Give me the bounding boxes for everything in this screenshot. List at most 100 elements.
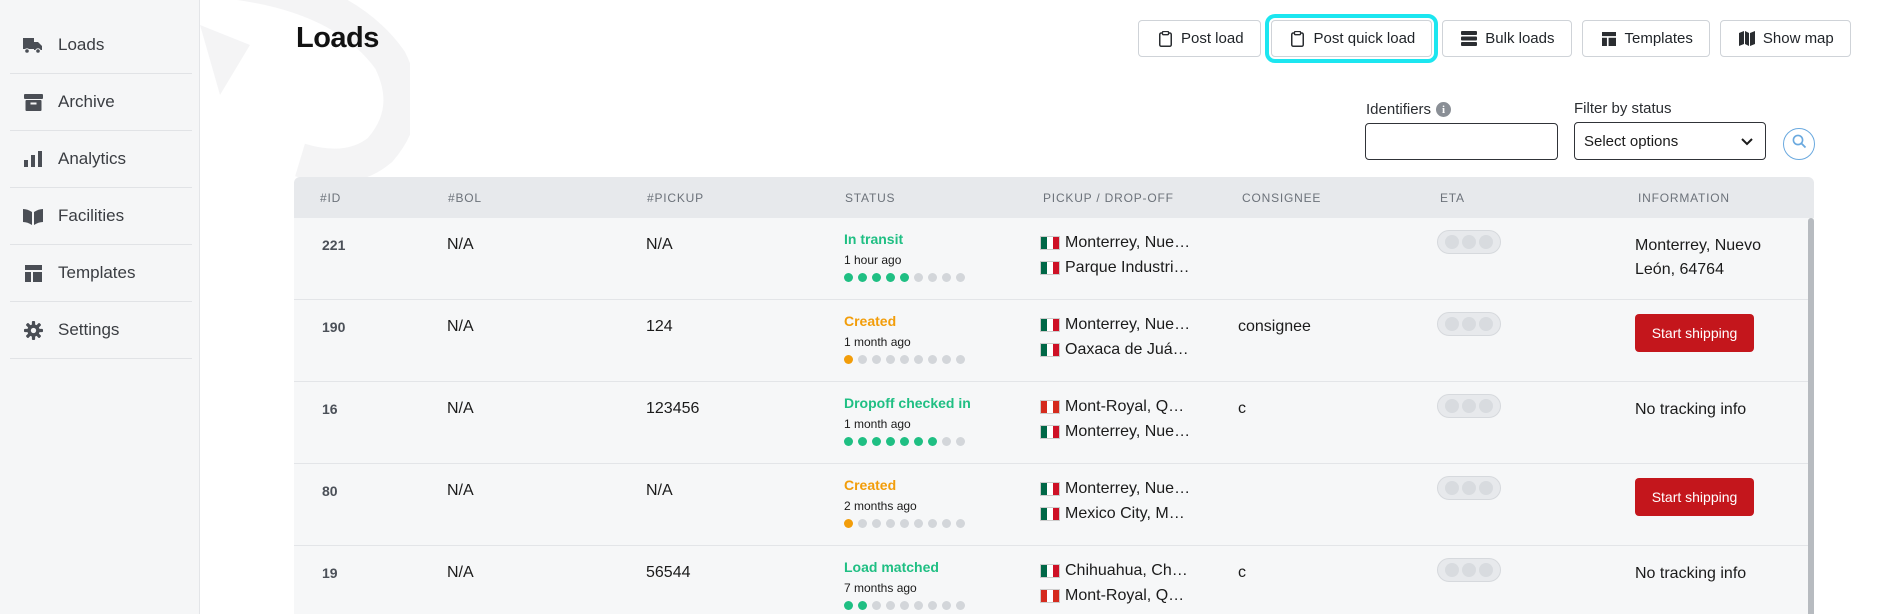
progress-dot	[844, 273, 853, 282]
search-icon	[1792, 134, 1807, 154]
status-label: Dropoff checked in	[844, 395, 971, 411]
origin: Mont-Royal, Q…	[1040, 394, 1190, 419]
origin-text: Monterrey, Nue…	[1065, 479, 1191, 497]
status-filter-select[interactable]: Select options	[1574, 122, 1766, 160]
header-eta: ETA	[1440, 191, 1465, 205]
sidebar-item-analytics[interactable]: Analytics	[10, 131, 192, 188]
table-body: 221 N/A N/A In transit 1 hour ago Monter…	[294, 218, 1814, 614]
sidebar-item-label: Archive	[58, 92, 115, 111]
progress-dot	[886, 437, 895, 446]
destination: Mexico City, M…	[1040, 501, 1190, 526]
progress-dot	[900, 273, 909, 282]
bol-number: N/A	[447, 482, 474, 499]
sidebar-item-settings[interactable]: Settings	[10, 302, 192, 359]
table-row[interactable]: 190 N/A 124 Created 1 month ago Monterre…	[294, 300, 1814, 382]
table-header: #ID #BOL #PICKUP STATUS PICKUP / DROP-OF…	[294, 177, 1814, 218]
search-button[interactable]	[1783, 128, 1815, 160]
progress-dot	[844, 437, 853, 446]
progress-dot	[844, 519, 853, 528]
origin-text: Monterrey, Nue…	[1065, 315, 1191, 333]
info-icon[interactable]: i	[1436, 102, 1452, 117]
origin: Monterrey, Nue…	[1040, 476, 1190, 501]
status-time: 1 month ago	[844, 335, 911, 349]
show-map-button[interactable]: Show map	[1719, 20, 1851, 57]
destination: Oaxaca de Juá…	[1040, 337, 1190, 362]
bol-number: N/A	[447, 564, 474, 581]
progress-dot	[942, 519, 951, 528]
identifiers-label-text: Identifiers	[1366, 101, 1432, 118]
origin: Chihuahua, Ch…	[1040, 558, 1188, 583]
destination-text: Monterrey, Nue…	[1065, 422, 1191, 440]
destination: Parque Industri…	[1040, 255, 1190, 280]
start-shipping-button[interactable]: Start shipping	[1635, 478, 1754, 516]
template-icon	[1601, 30, 1617, 47]
mexico-flag-icon	[1040, 481, 1060, 496]
sidebar-item-label: Analytics	[58, 149, 127, 168]
map-icon	[1738, 30, 1755, 47]
status-cell: Created 1 month ago	[844, 313, 965, 364]
progress-dot	[858, 601, 867, 610]
truck-icon	[22, 34, 44, 56]
consignee: consignee	[1238, 318, 1311, 335]
table-row[interactable]: 19 N/A 56544 Load matched 7 months ago C…	[294, 546, 1814, 614]
post-quick-load-button[interactable]: Post quick load	[1264, 14, 1439, 63]
load-id[interactable]: 16	[322, 401, 338, 417]
identifiers-label: Identifiers i	[1366, 101, 1452, 118]
status-label: Load matched	[844, 559, 939, 575]
sidebar-item-loads[interactable]: Loads	[10, 17, 192, 74]
progress-dot	[858, 355, 867, 364]
progress-dot	[914, 519, 923, 528]
status-cell: Dropoff checked in 1 month ago	[844, 395, 971, 446]
eta-indicator	[1437, 476, 1501, 500]
mexico-flag-icon	[1040, 260, 1060, 275]
status-label: In transit	[844, 231, 904, 247]
gear-icon	[22, 319, 44, 341]
route-cell: Mont-Royal, Q… Monterrey, Nue…	[1040, 394, 1190, 444]
header-route: PICKUP / DROP-OFF	[1043, 191, 1174, 205]
header-consignee: CONSIGNEE	[1242, 191, 1322, 205]
load-id[interactable]: 221	[322, 237, 345, 253]
bulk-loads-button[interactable]: Bulk loads	[1442, 20, 1572, 57]
progress-dot	[844, 601, 853, 610]
progress-dot	[900, 437, 909, 446]
clipboard-icon	[1290, 30, 1306, 47]
consignee: c	[1238, 400, 1246, 417]
progress-dots	[844, 601, 965, 610]
progress-dot	[900, 519, 909, 528]
identifiers-input[interactable]	[1365, 123, 1558, 160]
table-row[interactable]: 16 N/A 123456 Dropoff checked in 1 month…	[294, 382, 1814, 464]
pickup-number: 56544	[646, 564, 691, 581]
load-id[interactable]: 19	[322, 565, 338, 581]
progress-dot	[900, 601, 909, 610]
table-row[interactable]: 80 N/A N/A Created 2 months ago Monterre…	[294, 464, 1814, 546]
start-shipping-button[interactable]: Start shipping	[1635, 314, 1754, 352]
progress-dot	[956, 437, 965, 446]
status-filter-label: Filter by status	[1574, 100, 1672, 117]
progress-dot	[872, 355, 881, 364]
information-cell: No tracking info	[1635, 562, 1785, 586]
book-icon	[22, 205, 44, 227]
table-row[interactable]: 221 N/A N/A In transit 1 hour ago Monter…	[294, 218, 1814, 300]
load-id[interactable]: 190	[322, 319, 345, 335]
sidebar-item-label: Loads	[58, 35, 105, 54]
load-id[interactable]: 80	[322, 483, 338, 499]
templates-button[interactable]: Templates	[1581, 20, 1710, 57]
consignee: c	[1238, 564, 1246, 581]
progress-dot	[942, 273, 951, 282]
progress-dot	[942, 437, 951, 446]
progress-dot	[956, 519, 965, 528]
table-scrollbar[interactable]	[1808, 218, 1814, 614]
sidebar-item-archive[interactable]: Archive	[10, 74, 192, 131]
mexico-flag-icon	[1040, 342, 1060, 357]
post-load-button[interactable]: Post load	[1138, 20, 1261, 57]
information-text: No tracking info	[1635, 565, 1747, 582]
status-time: 1 hour ago	[844, 253, 902, 267]
sidebar-item-facilities[interactable]: Facilities	[10, 188, 192, 245]
information-cell: Start shipping	[1635, 314, 1754, 352]
origin: Monterrey, Nue…	[1040, 230, 1190, 255]
clipboard-icon	[1157, 30, 1173, 47]
bol-number: N/A	[447, 318, 474, 335]
sidebar: Loads Archive Analytics Facilities Templ…	[0, 0, 200, 614]
sidebar-item-templates[interactable]: Templates	[10, 245, 192, 302]
status-cell: Load matched 7 months ago	[844, 559, 965, 610]
